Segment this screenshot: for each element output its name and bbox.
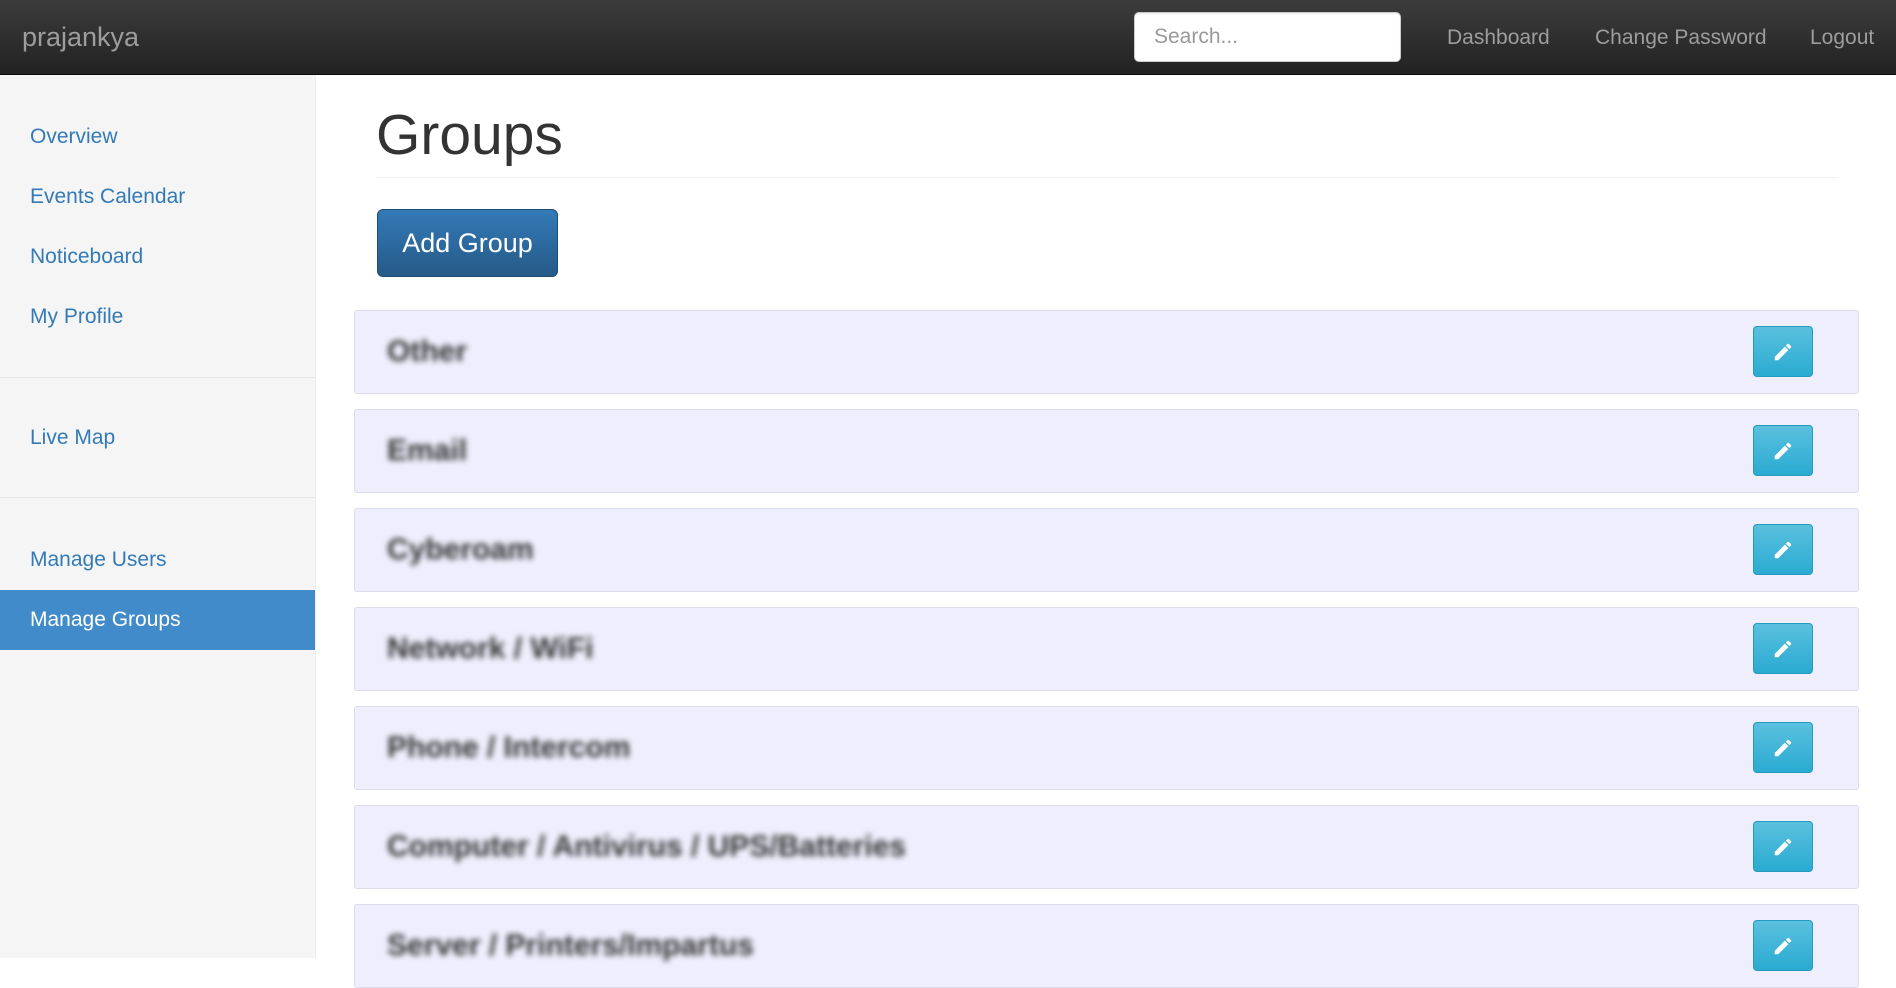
pencil-icon	[1772, 440, 1794, 462]
title-divider	[376, 177, 1838, 178]
group-row: Server / Printers/Impartus	[354, 904, 1859, 988]
sidebar-item-overview[interactable]: Overview	[0, 107, 315, 167]
sidebar-item-events-calendar[interactable]: Events Calendar	[0, 167, 315, 227]
group-name: Other	[387, 335, 468, 368]
pencil-icon	[1772, 836, 1794, 858]
sidebar-divider	[0, 377, 315, 378]
nav-dashboard-link[interactable]: Dashboard	[1447, 0, 1550, 75]
pencil-icon	[1772, 539, 1794, 561]
nav-logout-link[interactable]: Logout	[1810, 0, 1874, 75]
edit-group-button[interactable]	[1753, 722, 1813, 773]
group-row: Network / WiFi	[354, 607, 1859, 691]
group-row: Phone / Intercom	[354, 706, 1859, 790]
add-group-button[interactable]: Add Group	[377, 209, 558, 277]
pencil-icon	[1772, 341, 1794, 363]
edit-group-button[interactable]	[1753, 524, 1813, 575]
group-name: Email	[387, 434, 468, 467]
group-name: Computer / Antivirus / UPS/Batteries	[387, 830, 906, 863]
group-name: Phone / Intercom	[387, 731, 631, 764]
group-row: Email	[354, 409, 1859, 493]
group-name: Server / Printers/Impartus	[387, 929, 754, 962]
sidebar-divider	[0, 497, 315, 498]
sidebar-item-noticeboard[interactable]: Noticeboard	[0, 227, 315, 287]
edit-group-button[interactable]	[1753, 821, 1813, 872]
group-row: Other	[354, 310, 1859, 394]
group-row: Cyberoam	[354, 508, 1859, 592]
top-navbar: prajankya Dashboard Change Password Logo…	[0, 0, 1896, 75]
nav-change-password-link[interactable]: Change Password	[1595, 0, 1767, 75]
group-name: Cyberoam	[387, 533, 534, 566]
edit-group-button[interactable]	[1753, 920, 1813, 971]
group-row: Computer / Antivirus / UPS/Batteries	[354, 805, 1859, 889]
edit-group-button[interactable]	[1753, 326, 1813, 377]
page-title: Groups	[376, 103, 563, 167]
pencil-icon	[1772, 935, 1794, 957]
group-name: Network / WiFi	[387, 632, 594, 665]
pencil-icon	[1772, 737, 1794, 759]
sidebar-item-manage-users[interactable]: Manage Users	[0, 530, 315, 590]
sidebar-item-manage-groups[interactable]: Manage Groups	[0, 590, 315, 650]
brand-link[interactable]: prajankya	[22, 0, 139, 75]
search-input[interactable]	[1134, 12, 1401, 62]
edit-group-button[interactable]	[1753, 425, 1813, 476]
sidebar-item-live-map[interactable]: Live Map	[0, 408, 315, 468]
pencil-icon	[1772, 638, 1794, 660]
edit-group-button[interactable]	[1753, 623, 1813, 674]
sidebar-item-my-profile[interactable]: My Profile	[0, 287, 315, 347]
sidebar: Overview Events Calendar Noticeboard My …	[0, 75, 316, 958]
